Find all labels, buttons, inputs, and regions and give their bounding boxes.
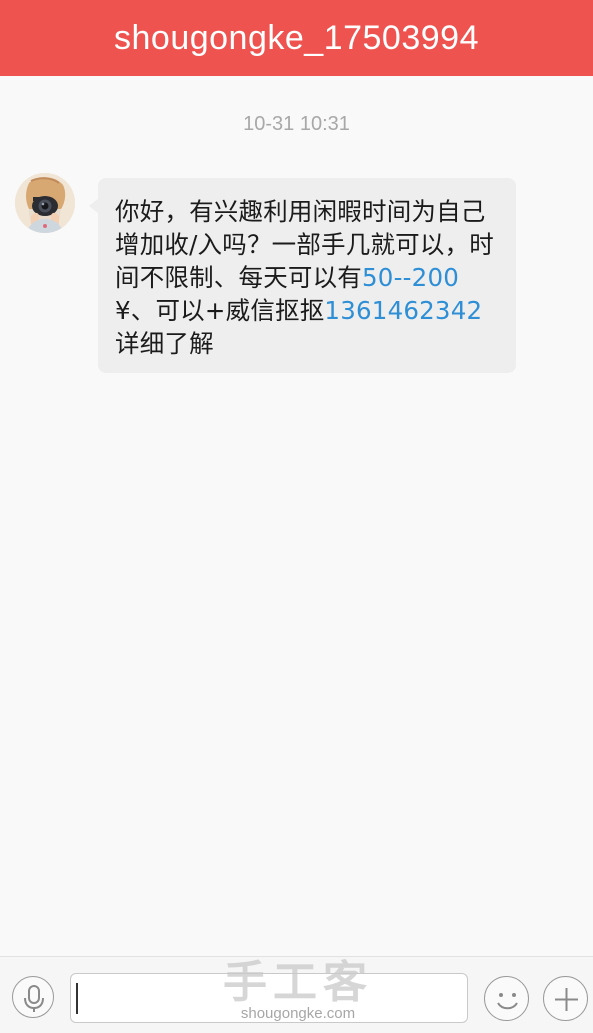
- avatar-photo-icon: [15, 173, 75, 233]
- emoji-button[interactable]: [484, 976, 529, 1021]
- message-text: 你好，有兴趣利用闲暇时间为自己增加收/入吗？一部手几就可以，时间不限制、每天可以…: [115, 195, 498, 360]
- message-timestamp: 10-31 10:31: [243, 113, 350, 135]
- message-text-part: 详细了解: [115, 329, 214, 358]
- message-phone-link[interactable]: 1361462342: [324, 296, 482, 325]
- microphone-icon: [24, 985, 44, 1012]
- message-number-link[interactable]: 50--200: [362, 263, 459, 292]
- message-bubble[interactable]: 你好，有兴趣利用闲暇时间为自己增加收/入吗？一部手几就可以，时间不限制、每天可以…: [89, 178, 516, 373]
- input-bar: [0, 956, 593, 1033]
- smiley-icon: [497, 993, 518, 1010]
- title-bar: shougongke_17503994: [0, 0, 593, 76]
- voice-button[interactable]: [12, 976, 54, 1018]
- chat-title: shougongke_17503994: [114, 18, 479, 57]
- message-text-part: ¥、可以+威信抠抠: [115, 296, 325, 325]
- message-input[interactable]: [70, 973, 468, 1023]
- sender-avatar[interactable]: [15, 173, 75, 233]
- text-caret: [76, 983, 78, 1014]
- more-button[interactable]: [543, 976, 588, 1021]
- plus-icon: [555, 988, 578, 1011]
- chat-screen: shougongke_17503994 10-31 10:31 你好，有兴趣利用…: [0, 0, 593, 1033]
